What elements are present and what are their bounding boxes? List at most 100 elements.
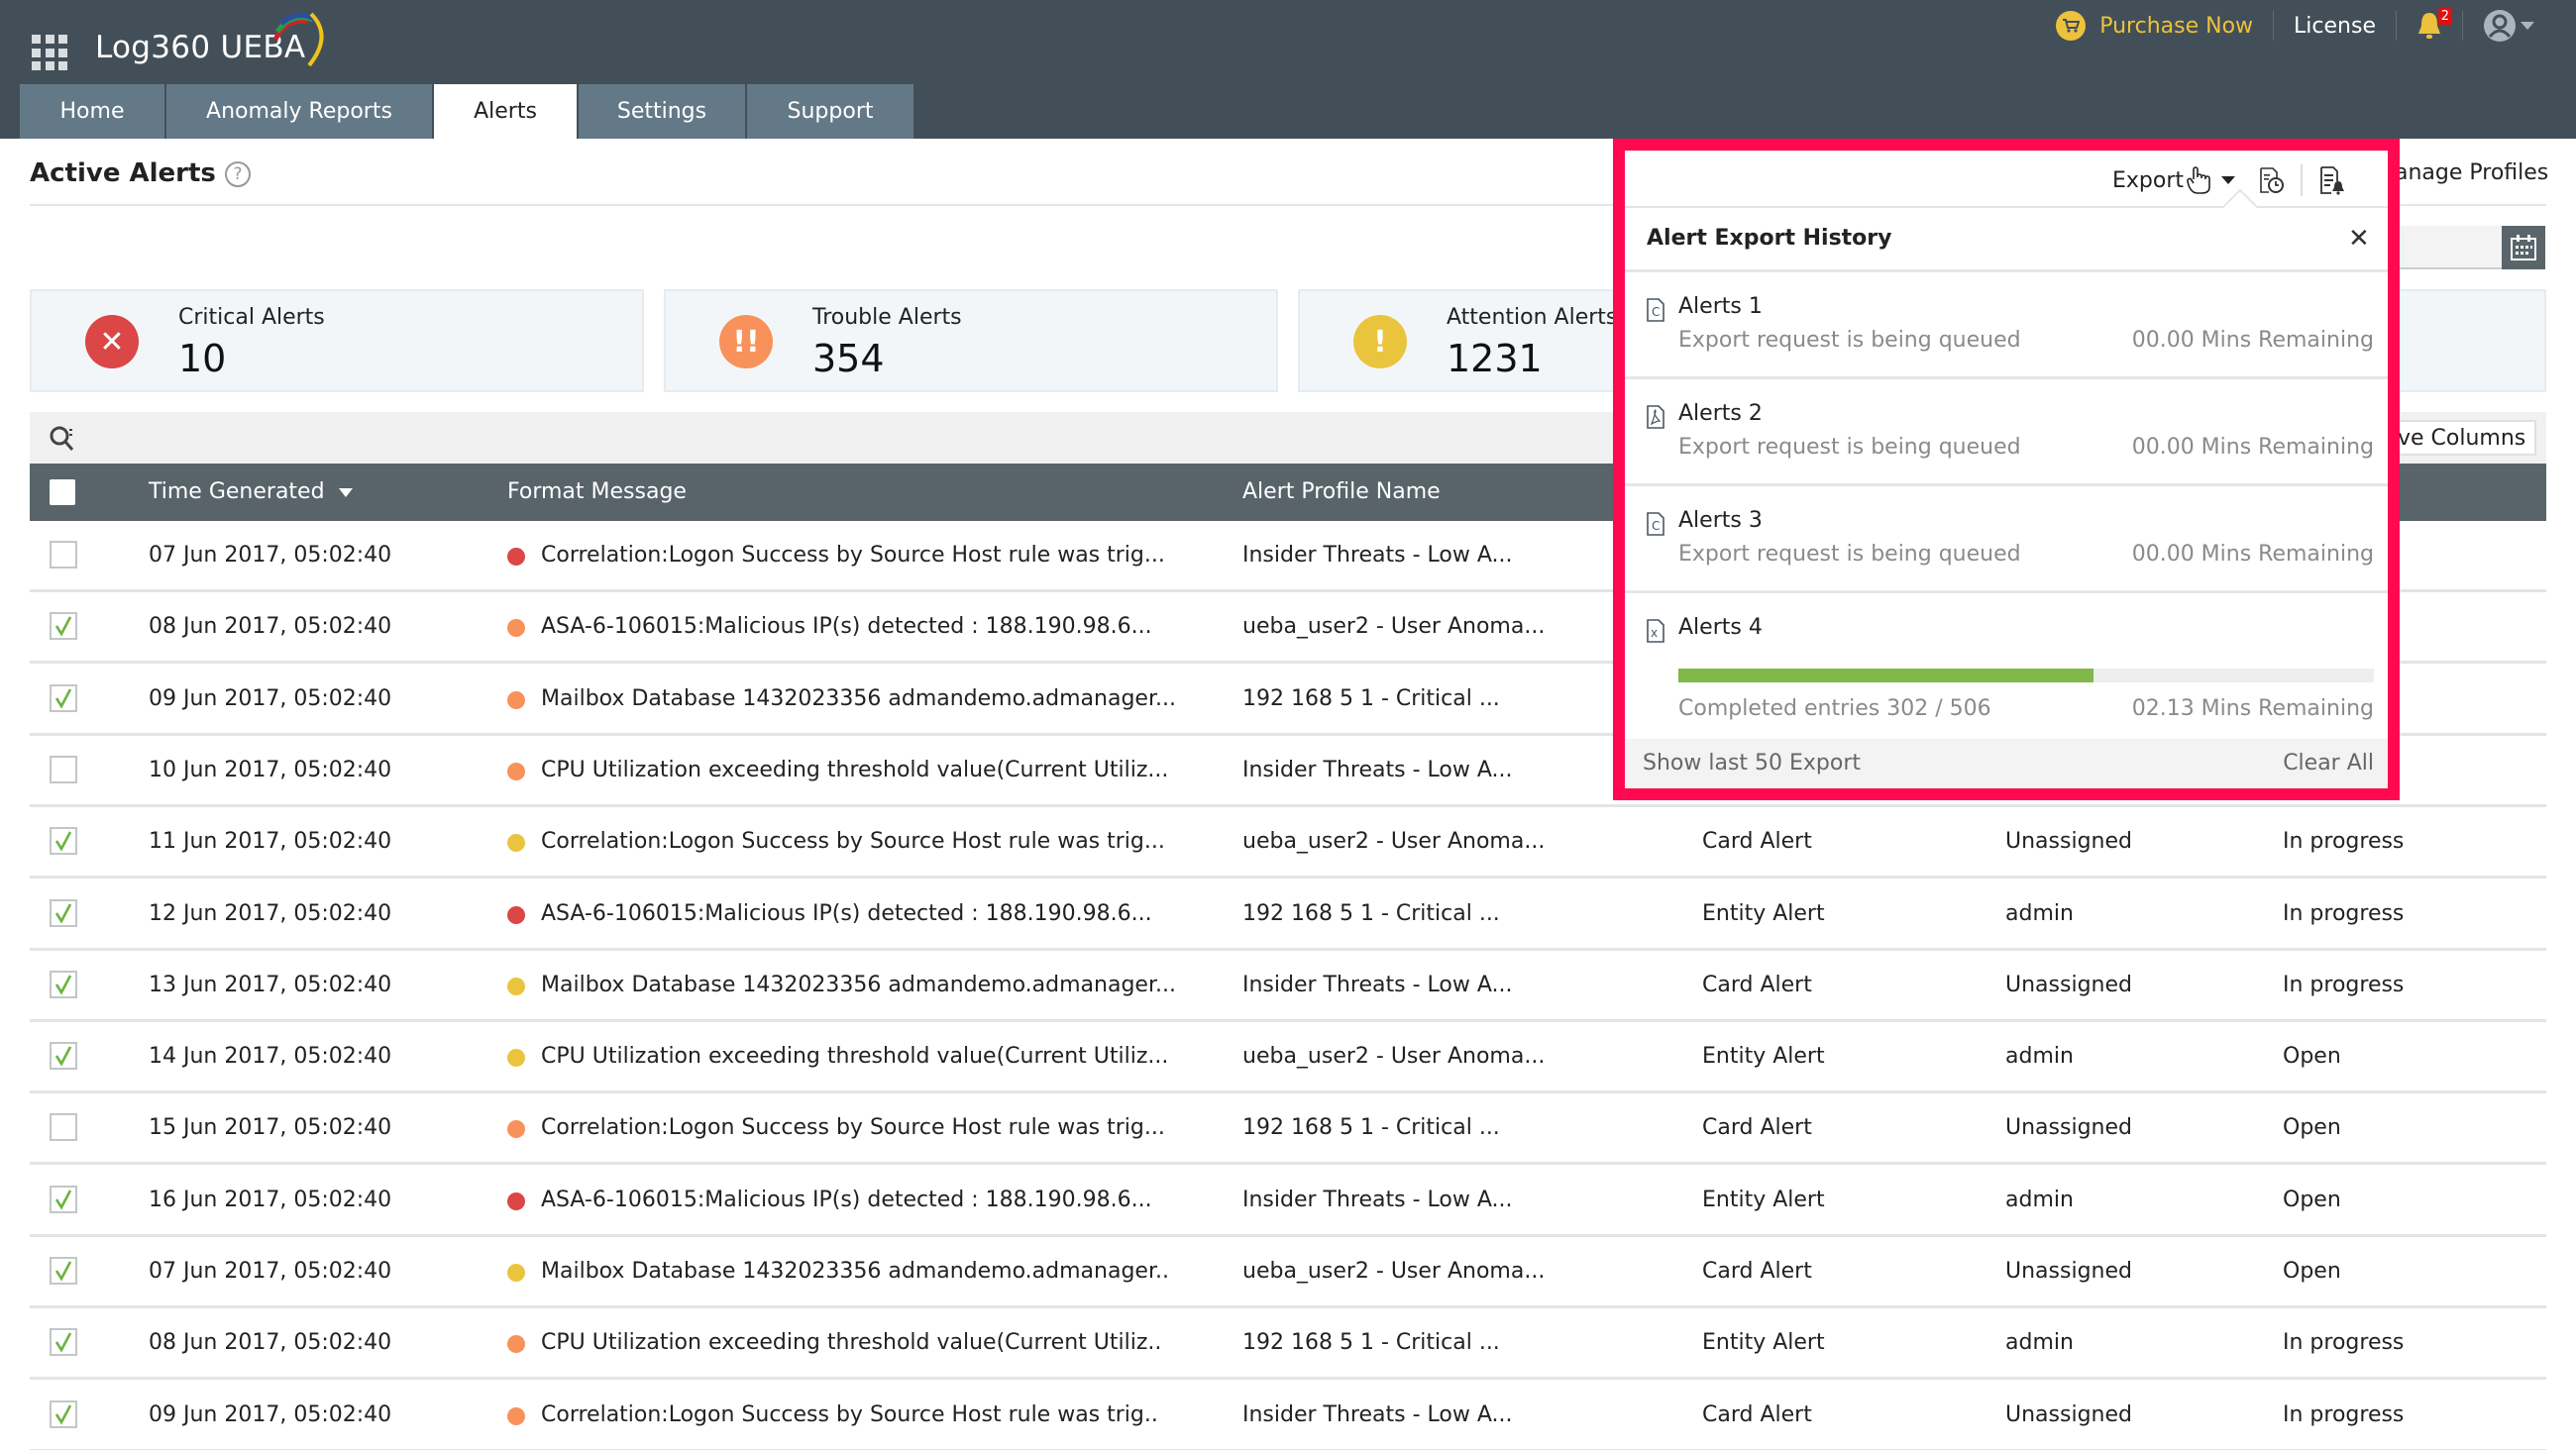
row-checkbox[interactable] (50, 683, 77, 712)
cell-time-generated: 13 Jun 2017, 05:02:40 (149, 972, 392, 997)
search-icon[interactable] (48, 424, 77, 454)
table-row[interactable]: 11 Jun 2017, 05:02:40 Correlation:Logon S… (30, 807, 2546, 880)
row-checkbox[interactable] (50, 1257, 77, 1285)
cell-time-generated: 16 Jun 2017, 05:02:40 (149, 1187, 392, 1212)
cell-status: In progress (2283, 1330, 2405, 1356)
column-format-message[interactable]: Format Message (507, 479, 687, 504)
table-row[interactable]: 12 Jun 2017, 05:02:40 ASA-6-106015:Malici… (30, 880, 2546, 951)
row-checkbox[interactable] (50, 1399, 77, 1428)
cell-alert-type: Card Alert (1702, 829, 1812, 855)
notification-bell[interactable]: 2 (2416, 8, 2452, 42)
table-row[interactable]: 08 Jun 2017, 05:02:40 CPU Utilization exc… (30, 1308, 2546, 1381)
cell-format-message[interactable]: CPU Utilization exceeding threshold valu… (541, 1044, 1168, 1069)
divider (2396, 11, 2397, 41)
table-row[interactable]: 15 Jun 2017, 05:02:40 Correlation:Logon S… (30, 1093, 2546, 1166)
cell-alert-profile-name: 192 168 5 1 - Critical ... (1242, 900, 1500, 926)
table-row[interactable]: 07 Jun 2017, 05:02:40 Mailbox Database 14… (30, 1237, 2546, 1308)
row-checkbox[interactable] (50, 1113, 77, 1142)
tab-alerts[interactable]: Alerts (434, 84, 577, 139)
cell-format-message[interactable]: CPU Utilization exceeding threshold valu… (541, 1330, 1161, 1355)
cell-alert-profile-name: 192 168 5 1 - Critical ... (1242, 1115, 1500, 1141)
cell-time-generated: 08 Jun 2017, 05:02:40 (149, 614, 392, 640)
notification-count: 2 (2437, 8, 2452, 25)
cell-status: Open (2283, 1187, 2341, 1212)
table-row[interactable]: 09 Jun 2017, 05:02:40 Correlation:Logon S… (30, 1381, 2546, 1450)
cell-format-message[interactable]: Mailbox Database 1432023356 admandemo.ad… (541, 973, 1176, 997)
cell-status: Open (2283, 1044, 2341, 1070)
check-icon (54, 975, 72, 995)
cell-format-message[interactable]: ASA-6-106015:Malicious IP(s) detected : … (541, 614, 1152, 639)
cart-icon[interactable] (2056, 11, 2087, 41)
cell-format-message[interactable]: CPU Utilization exceeding threshold valu… (541, 758, 1168, 782)
tab-home[interactable]: Home (20, 84, 164, 139)
x-icon: ✕ (85, 315, 139, 368)
card-label: Trouble Alerts (812, 305, 962, 330)
cell-alert-profile-name: Insider Threats - Low A... (1242, 1401, 1513, 1427)
cell-time-generated: 09 Jun 2017, 05:02:40 (149, 685, 392, 711)
cell-format-message[interactable]: ASA-6-106015:Malicious IP(s) detected : … (541, 1188, 1152, 1212)
cell-format-message[interactable]: Mailbox Database 1432023356 admandemo.ad… (541, 1259, 1169, 1284)
cell-format-message[interactable]: Mailbox Database 1432023356 admandemo.ad… (541, 686, 1176, 711)
select-all-checkbox[interactable] (50, 479, 75, 505)
check-icon (54, 616, 72, 637)
cell-alert-profile-name: ueba_user2 - User Anoma... (1242, 829, 1546, 855)
trouble-alerts-card[interactable]: !! Trouble Alerts 354 (664, 289, 1278, 392)
cell-status: In progress (2283, 900, 2405, 926)
row-checkbox[interactable] (50, 1042, 77, 1071)
column-alert-profile-name[interactable]: Alert Profile Name (1242, 479, 1441, 504)
app-grid-icon[interactable] (32, 35, 67, 70)
table-row[interactable]: 16 Jun 2017, 05:02:40 ASA-6-106015:Malici… (30, 1166, 2546, 1237)
purchase-now-link[interactable]: Purchase Now (2099, 14, 2253, 39)
cell-alert-profile-name: ueba_user2 - User Anoma... (1242, 1259, 1546, 1284)
severity-dot-icon (507, 977, 525, 995)
tab-anomaly-reports[interactable]: Anomaly Reports (166, 84, 432, 139)
severity-dot-icon (507, 1264, 525, 1282)
row-checkbox[interactable] (50, 541, 77, 569)
check-icon (54, 831, 72, 852)
cell-format-message[interactable]: ASA-6-106015:Malicious IP(s) detected : … (541, 901, 1152, 926)
cell-assignee: admin (2005, 1330, 2074, 1356)
cell-format-message[interactable]: Correlation:Logon Success by Source Host… (541, 543, 1165, 568)
row-checkbox[interactable] (50, 898, 77, 927)
row-checkbox[interactable] (50, 755, 77, 783)
column-time-generated[interactable]: Time Generated (149, 479, 353, 504)
license-link[interactable]: License (2294, 14, 2376, 39)
check-icon (54, 1046, 72, 1067)
row-checkbox[interactable] (50, 612, 77, 641)
table-row[interactable]: 14 Jun 2017, 05:02:40 CPU Utilization exc… (30, 1022, 2546, 1094)
cell-time-generated: 08 Jun 2017, 05:02:40 (149, 1330, 392, 1356)
logo-arc-icon (272, 12, 324, 67)
cell-assignee: admin (2005, 1044, 2074, 1070)
severity-dot-icon (507, 1406, 525, 1425)
sort-desc-icon[interactable] (338, 487, 353, 497)
tab-settings[interactable]: Settings (579, 84, 745, 139)
tab-support[interactable]: Support (747, 84, 913, 139)
highlight-frame (1613, 139, 2400, 800)
manage-profiles-link[interactable]: Manage Profiles (2376, 160, 2548, 185)
row-checkbox[interactable] (50, 1328, 77, 1357)
help-icon[interactable]: ? (225, 161, 251, 187)
cell-format-message[interactable]: Correlation:Logon Success by Source Host… (541, 829, 1165, 854)
cell-format-message[interactable]: Correlation:Logon Success by Source Host… (541, 1402, 1158, 1427)
user-menu-caret-icon[interactable] (2521, 22, 2534, 30)
cell-format-message[interactable]: Correlation:Logon Success by Source Host… (541, 1115, 1165, 1140)
severity-dot-icon (507, 834, 525, 853)
user-avatar-icon[interactable] (2483, 9, 2517, 43)
severity-dot-icon (507, 905, 525, 924)
row-checkbox[interactable] (50, 1185, 77, 1213)
top-bar: Log360 UEBA Home Anomaly Reports Alerts … (0, 0, 2576, 139)
table-row[interactable]: 13 Jun 2017, 05:02:40 Mailbox Database 14… (30, 951, 2546, 1022)
cell-status: In progress (2283, 972, 2405, 997)
cell-assignee: Unassigned (2005, 829, 2132, 855)
cell-alert-type: Entity Alert (1702, 1187, 1825, 1212)
check-icon (54, 687, 72, 709)
cell-time-generated: 15 Jun 2017, 05:02:40 (149, 1115, 392, 1141)
severity-dot-icon (507, 1191, 525, 1210)
row-checkbox[interactable] (50, 827, 77, 856)
row-checkbox[interactable] (50, 970, 77, 998)
severity-dot-icon (507, 619, 525, 638)
critical-alerts-card[interactable]: ✕ Critical Alerts 10 (30, 289, 644, 392)
page-title: Active Alerts (30, 158, 216, 188)
calendar-button[interactable] (2502, 226, 2545, 269)
divider (2462, 11, 2463, 41)
